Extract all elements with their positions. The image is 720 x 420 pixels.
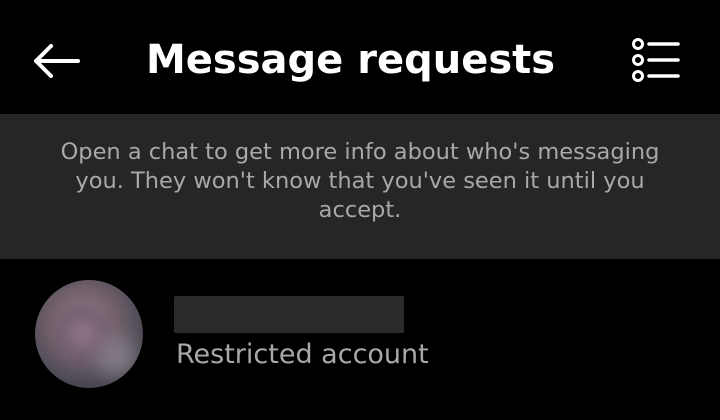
message-request-row[interactable]: Restricted account [0,259,720,420]
arrow-left-icon [34,44,80,78]
info-banner: Open a chat to get more info about who's… [0,114,720,259]
sender-name-redacted [174,296,404,333]
list-options-icon [632,38,680,82]
top-app-bar: Message requests [0,0,720,114]
info-banner-text: Open a chat to get more info about who's… [60,139,660,223]
avatar[interactable] [35,280,143,388]
back-button[interactable] [26,36,86,86]
request-subtitle: Restricted account [176,339,429,370]
options-menu-button[interactable] [628,34,684,86]
page-title: Message requests [146,37,556,83]
